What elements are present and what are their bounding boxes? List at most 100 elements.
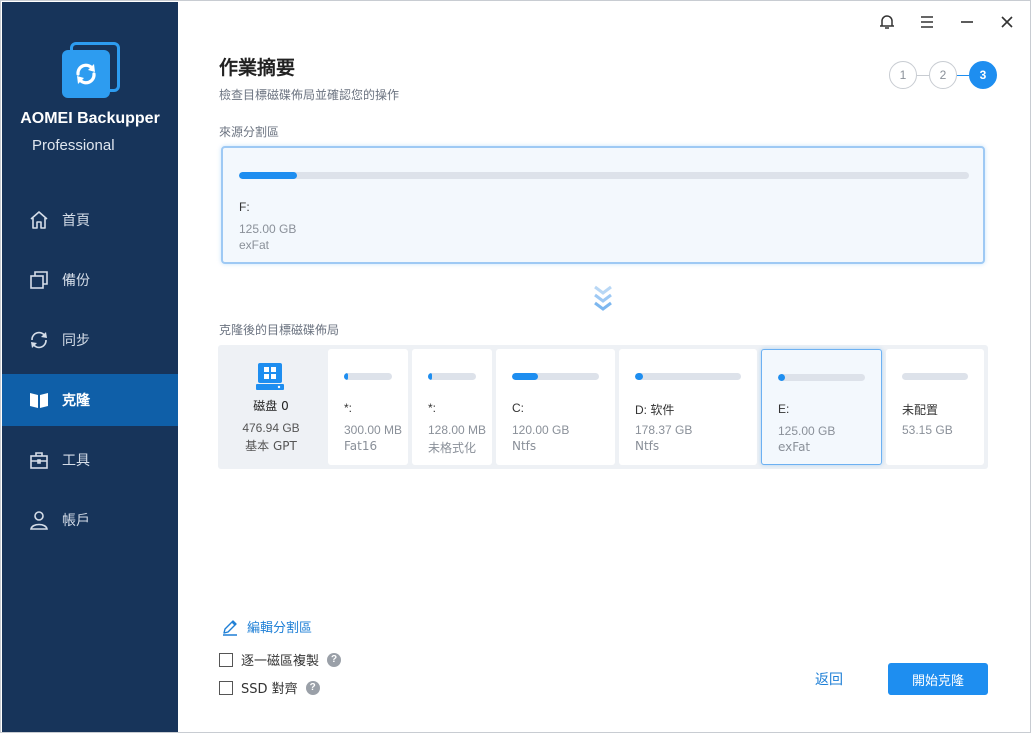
source-partition-size: 125.00 GB	[239, 222, 297, 236]
partition-fs: Ntfs	[512, 439, 537, 453]
sidebar-item-label: 備份	[62, 273, 90, 289]
sidebar-item-label: 同步	[62, 333, 90, 349]
app-name: AOMEI Backupper	[20, 110, 160, 127]
disk-icon	[256, 363, 284, 390]
sidebar-item-label: 首頁	[62, 213, 90, 229]
partition-card[interactable]: D: 软件 178.37 GB Ntfs	[619, 349, 757, 465]
minimize-button[interactable]	[956, 11, 978, 33]
home-icon	[28, 209, 50, 231]
partition-usage-bar	[344, 373, 392, 380]
partition-label: D: 软件	[635, 403, 675, 417]
app-logo	[62, 42, 122, 102]
sidebar-item-sync[interactable]: 同步	[2, 314, 178, 366]
help-icon[interactable]: ?	[305, 680, 320, 695]
sector-copy-checkbox[interactable]	[219, 652, 233, 667]
hamburger-icon	[921, 16, 933, 28]
disk-name: 磁盘 0	[253, 399, 289, 413]
sidebar-item-backup[interactable]: 備份	[2, 254, 178, 306]
ssd-align-option: SSD 對齊 ?	[219, 678, 320, 697]
ssd-align-checkbox[interactable]	[219, 680, 233, 695]
partition-usage-fill	[344, 373, 348, 380]
close-icon	[1001, 16, 1013, 28]
page-subtitle: 檢查目標磁碟佈局並確認您的操作	[219, 88, 400, 102]
sync-arrows-icon	[76, 63, 96, 85]
partition-fs: Ntfs	[635, 439, 660, 453]
partition-label: *:	[428, 401, 437, 415]
partition-card[interactable]: C: 120.00 GB Ntfs	[496, 349, 615, 465]
partition-label: E:	[778, 402, 790, 416]
source-partition-letter: F:	[239, 200, 250, 214]
partition-card[interactable]: *: 128.00 MB 未格式化	[412, 349, 492, 465]
partition-size: 120.00 GB	[512, 423, 570, 437]
source-usage-bar	[239, 172, 969, 179]
ssd-align-label: SSD 對齊	[241, 682, 298, 697]
back-button[interactable]: 返回	[797, 669, 861, 689]
help-icon[interactable]: ?	[327, 652, 342, 667]
source-partition-fs: exFat	[239, 238, 270, 252]
sidebar: AOMEI Backupper Professional 首頁 備份 同步 克隆…	[2, 2, 178, 732]
disk-info: 磁盘 0 476.94 GB 基本 GPT	[218, 345, 324, 469]
page-title: 作業摘要	[219, 57, 296, 79]
titlebar-controls	[876, 11, 1018, 33]
partition-label: *:	[344, 401, 353, 415]
backup-icon	[28, 269, 50, 291]
sidebar-item-tools[interactable]: 工具	[2, 434, 178, 486]
partition-label: C:	[512, 401, 524, 415]
sidebar-item-label: 帳戶	[62, 513, 90, 529]
menu-button[interactable]	[916, 11, 938, 33]
pencil-icon	[223, 619, 237, 636]
source-section-label: 來源分割區	[219, 125, 280, 139]
sidebar-nav: 首頁 備份 同步 克隆 工具 帳戶	[2, 194, 178, 554]
sidebar-item-account[interactable]: 帳戶	[2, 494, 178, 546]
sidebar-item-label: 克隆	[62, 393, 90, 409]
close-button[interactable]	[996, 11, 1018, 33]
partition-card[interactable]: 未配置 53.15 GB	[886, 349, 984, 465]
double-chevron-down-icon	[594, 285, 612, 311]
step-1: 1	[889, 61, 917, 89]
partition-fs: 未格式化	[428, 441, 477, 455]
step-indicator: 1 2 3	[889, 61, 997, 89]
sidebar-item-home[interactable]: 首頁	[2, 194, 178, 246]
step-connector	[957, 74, 969, 76]
partition-usage-bar	[512, 373, 599, 380]
source-usage-fill	[239, 172, 298, 179]
bell-icon	[880, 15, 894, 29]
edit-partition-label: 編輯分割區	[247, 621, 313, 636]
partition-label: 未配置	[902, 403, 939, 417]
partition-usage-fill	[512, 373, 539, 380]
sector-copy-option: 逐一磁區複製 ?	[219, 650, 342, 669]
partition-usage-fill	[778, 374, 785, 381]
partition-size: 178.37 GB	[635, 423, 693, 437]
target-disk-layout: 磁盘 0 476.94 GB 基本 GPT *: 300.00 MB Fat16…	[218, 345, 988, 469]
disk-size: 476.94 GB	[242, 421, 300, 435]
partition-size: 53.15 GB	[902, 423, 953, 437]
step-2: 2	[929, 61, 957, 89]
partition-size: 125.00 GB	[778, 424, 836, 438]
sidebar-item-label: 工具	[62, 453, 90, 469]
disk-type: 基本 GPT	[245, 439, 297, 453]
partition-usage-fill	[428, 373, 432, 380]
target-section-label: 克隆後的目標磁碟佈局	[219, 323, 340, 337]
step-connector	[917, 74, 929, 76]
partition-size: 300.00 MB	[344, 423, 403, 437]
partition-usage-fill	[635, 373, 644, 380]
partition-card[interactable]: *: 300.00 MB Fat16	[328, 349, 408, 465]
partition-fs: Fat16	[344, 439, 378, 453]
sidebar-item-clone[interactable]: 克隆	[2, 374, 178, 426]
app-window: AOMEI Backupper Professional 首頁 備份 同步 克隆…	[0, 0, 1031, 733]
partition-card-selected[interactable]: E: 125.00 GB exFat	[761, 349, 882, 465]
notification-button[interactable]	[876, 11, 898, 33]
app-edition: Professional	[32, 137, 115, 154]
sync-icon	[28, 329, 50, 351]
edit-partition-link[interactable]: 編輯分割區	[221, 617, 312, 636]
minimize-icon	[961, 21, 973, 23]
source-partition-card[interactable]: F: 125.00 GB exFat	[221, 146, 985, 264]
partition-fs: exFat	[778, 440, 811, 454]
start-clone-button[interactable]: 開始克隆	[888, 663, 988, 695]
step-3: 3	[969, 61, 997, 89]
partition-usage-bar	[428, 373, 476, 380]
partition-size: 128.00 MB	[428, 423, 487, 437]
partition-usage-bar	[778, 374, 865, 381]
toolbox-icon	[28, 449, 50, 471]
partition-usage-bar	[902, 373, 968, 380]
